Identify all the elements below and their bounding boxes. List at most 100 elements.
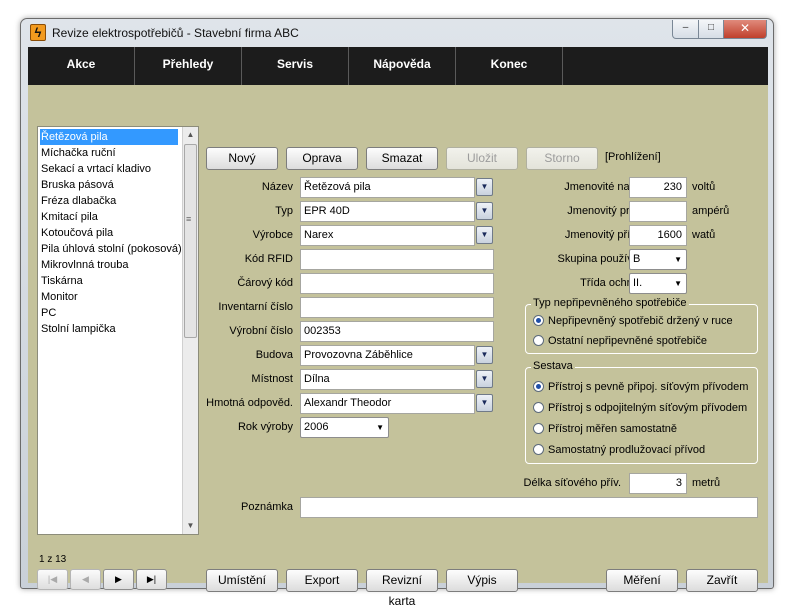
sestava-option-odpojitelny[interactable]: Přístroj s odpojitelným síťovým přívodem	[533, 400, 747, 416]
export-button[interactable]: Export	[286, 569, 358, 592]
kod-rfid-field[interactable]	[300, 249, 494, 270]
budova-field[interactable]: Provozovna Záběhlice	[300, 345, 475, 366]
menu-prehledy[interactable]: Přehledy	[135, 47, 242, 85]
list-item[interactable]: Kotoučová pila	[40, 225, 113, 241]
mistnost-field[interactable]: Dílna	[300, 369, 475, 390]
prev-record-button[interactable]: ◀	[70, 569, 101, 590]
mereni-button[interactable]: Měření	[606, 569, 678, 592]
menu-akce[interactable]: Akce	[28, 47, 135, 85]
typ-option-rucni[interactable]: Nepřipevněný spotřebič držený v ruce	[533, 313, 733, 329]
zavrit-button[interactable]: Zavřít	[686, 569, 758, 592]
carovy-kod-field[interactable]	[300, 273, 494, 294]
vyrobni-cislo-field[interactable]: 002353	[300, 321, 494, 342]
list-item[interactable]: Řetězová pila	[40, 129, 178, 145]
list-item[interactable]: Bruska pásová	[40, 177, 114, 193]
list-item[interactable]: Monitor	[40, 289, 78, 305]
vypis-button[interactable]: Výpis	[446, 569, 518, 592]
trida-ochrany-label: Třída ochrany	[580, 277, 648, 289]
delka-privodu-field[interactable]: 3	[629, 473, 687, 494]
list-item[interactable]: Tiskárna	[40, 273, 83, 289]
list-item[interactable]: Kmitací pila	[40, 209, 98, 225]
typ-option-label: Nepřipevněný spotřebič držený v ruce	[548, 315, 733, 327]
list-item[interactable]: Stolní lampička	[40, 321, 116, 337]
rok-vyroby-value: 2006	[304, 421, 329, 433]
typ-spotrebice-title: Typ nepřipevněného spotřebiče	[531, 297, 689, 309]
sestava-title: Sestava	[531, 360, 575, 372]
hmotna-odpovednost-field[interactable]: Alexandr Theodor	[300, 393, 475, 414]
trida-ochrany-select[interactable]: II. ▼	[629, 273, 687, 294]
vyrobni-cislo-label: Výrobní číslo	[229, 325, 293, 337]
next-record-button[interactable]: ▶	[103, 569, 134, 590]
vyrobce-field[interactable]: Narex	[300, 225, 475, 246]
save-button[interactable]: Uložit	[446, 147, 518, 170]
first-record-button[interactable]: |◀	[37, 569, 68, 590]
close-window-button[interactable]: ✕	[723, 20, 767, 39]
jmenovity-prikon-field[interactable]: 1600	[629, 225, 687, 246]
radio-icon	[533, 444, 544, 455]
jmenovity-proud-unit: ampérů	[692, 205, 730, 217]
lightning-app-icon: ϟ	[30, 24, 46, 41]
menu-servis[interactable]: Servis	[242, 47, 349, 85]
kod-rfid-label: Kód RFID	[244, 253, 293, 265]
chevron-down-icon: ▼	[674, 279, 682, 288]
jmenovite-napeti-field[interactable]: 230	[629, 177, 687, 198]
appliance-list[interactable]: Řetězová pila Míchačka ruční Sekací a vr…	[37, 126, 199, 535]
radio-icon	[533, 402, 544, 413]
budova-label: Budova	[255, 349, 293, 361]
typ-spotrebice-group: Typ nepřipevněného spotřebiče Nepřipevně…	[525, 297, 758, 354]
list-item[interactable]: Míchačka ruční	[40, 145, 116, 161]
maximize-button[interactable]: □	[698, 20, 724, 39]
scroll-thumb[interactable]	[184, 144, 197, 338]
typ-option-ostatni[interactable]: Ostatní nepřipevněné spotřebiče	[533, 333, 707, 349]
typ-field[interactable]: EPR 40D	[300, 201, 475, 222]
list-item[interactable]: PC	[40, 305, 56, 321]
list-scrollbar[interactable]: ▲ ≡ ▼	[182, 127, 198, 534]
list-item[interactable]: Pila úhlová stolní (pokosová)	[40, 241, 182, 257]
radio-icon	[533, 335, 544, 346]
new-button[interactable]: Nový	[206, 147, 278, 170]
minimize-button[interactable]: –	[672, 20, 699, 39]
skupina-pouzivani-value: B	[633, 253, 641, 265]
inventarni-cislo-field[interactable]	[300, 297, 494, 318]
list-item[interactable]: Fréza dlabačka	[40, 193, 116, 209]
typ-option-label: Ostatní nepřipevněné spotřebiče	[548, 335, 707, 347]
sestava-option-label: Přístroj s pevně připoj. síťovým přívode…	[548, 381, 749, 393]
cancel-button[interactable]: Storno	[526, 147, 598, 170]
sestava-option-label: Samostatný prodlužovací přívod	[548, 444, 706, 456]
skupina-pouzivani-select[interactable]: B ▼	[629, 249, 687, 270]
budova-dropdown-icon[interactable]: ▼	[476, 346, 493, 364]
menu-konec[interactable]: Konec	[456, 47, 563, 85]
vyrobce-dropdown-icon[interactable]: ▼	[476, 226, 493, 244]
carovy-kod-label: Čárový kód	[237, 277, 293, 289]
record-counter: 1 z 13	[39, 554, 67, 565]
mistnost-dropdown-icon[interactable]: ▼	[476, 370, 493, 388]
menu-bar: Akce Přehledy Servis Nápověda Konec	[28, 47, 768, 85]
jmenovity-proud-field[interactable]	[629, 201, 687, 222]
delka-privodu-unit: metrů	[692, 477, 721, 489]
sestava-option-prodluzovaci[interactable]: Samostatný prodlužovací přívod	[533, 442, 705, 458]
revizni-karta-button[interactable]: Revizní karta	[366, 569, 438, 608]
nazev-field[interactable]: Řetězová pila	[300, 177, 475, 198]
nazev-dropdown-icon[interactable]: ▼	[476, 178, 493, 196]
vyrobce-label: Výrobce	[252, 229, 293, 241]
edit-button[interactable]: Oprava	[286, 147, 358, 170]
umisteni-button[interactable]: Umístění	[206, 569, 278, 592]
last-record-button[interactable]: ▶|	[136, 569, 167, 590]
sestava-option-samostatne[interactable]: Přístroj měřen samostatně	[533, 421, 677, 437]
list-item[interactable]: Mikrovlnná trouba	[40, 257, 128, 273]
poznamka-field[interactable]	[300, 497, 758, 518]
scroll-down-icon[interactable]: ▼	[183, 518, 198, 534]
delka-privodu-label: Délka síťového přív.	[523, 477, 621, 489]
delete-button[interactable]: Smazat	[366, 147, 438, 170]
rok-vyroby-select[interactable]: 2006 ▼	[300, 417, 389, 438]
menu-napoveda[interactable]: Nápověda	[349, 47, 456, 85]
poznamka-label: Poznámka	[241, 501, 293, 513]
list-item[interactable]: Sekací a vrtací kladivo	[40, 161, 151, 177]
typ-dropdown-icon[interactable]: ▼	[476, 202, 493, 220]
sestava-option-pevny[interactable]: Přístroj s pevně připoj. síťovým přívode…	[533, 379, 748, 395]
hmotna-odpovednost-dropdown-icon[interactable]: ▼	[476, 394, 493, 412]
chevron-down-icon: ▼	[376, 423, 384, 432]
chevron-down-icon: ▼	[674, 255, 682, 264]
title-bar[interactable]: ϟ Revize elektrospotřebičů - Stavební fi…	[21, 19, 773, 47]
scroll-up-icon[interactable]: ▲	[183, 127, 198, 143]
